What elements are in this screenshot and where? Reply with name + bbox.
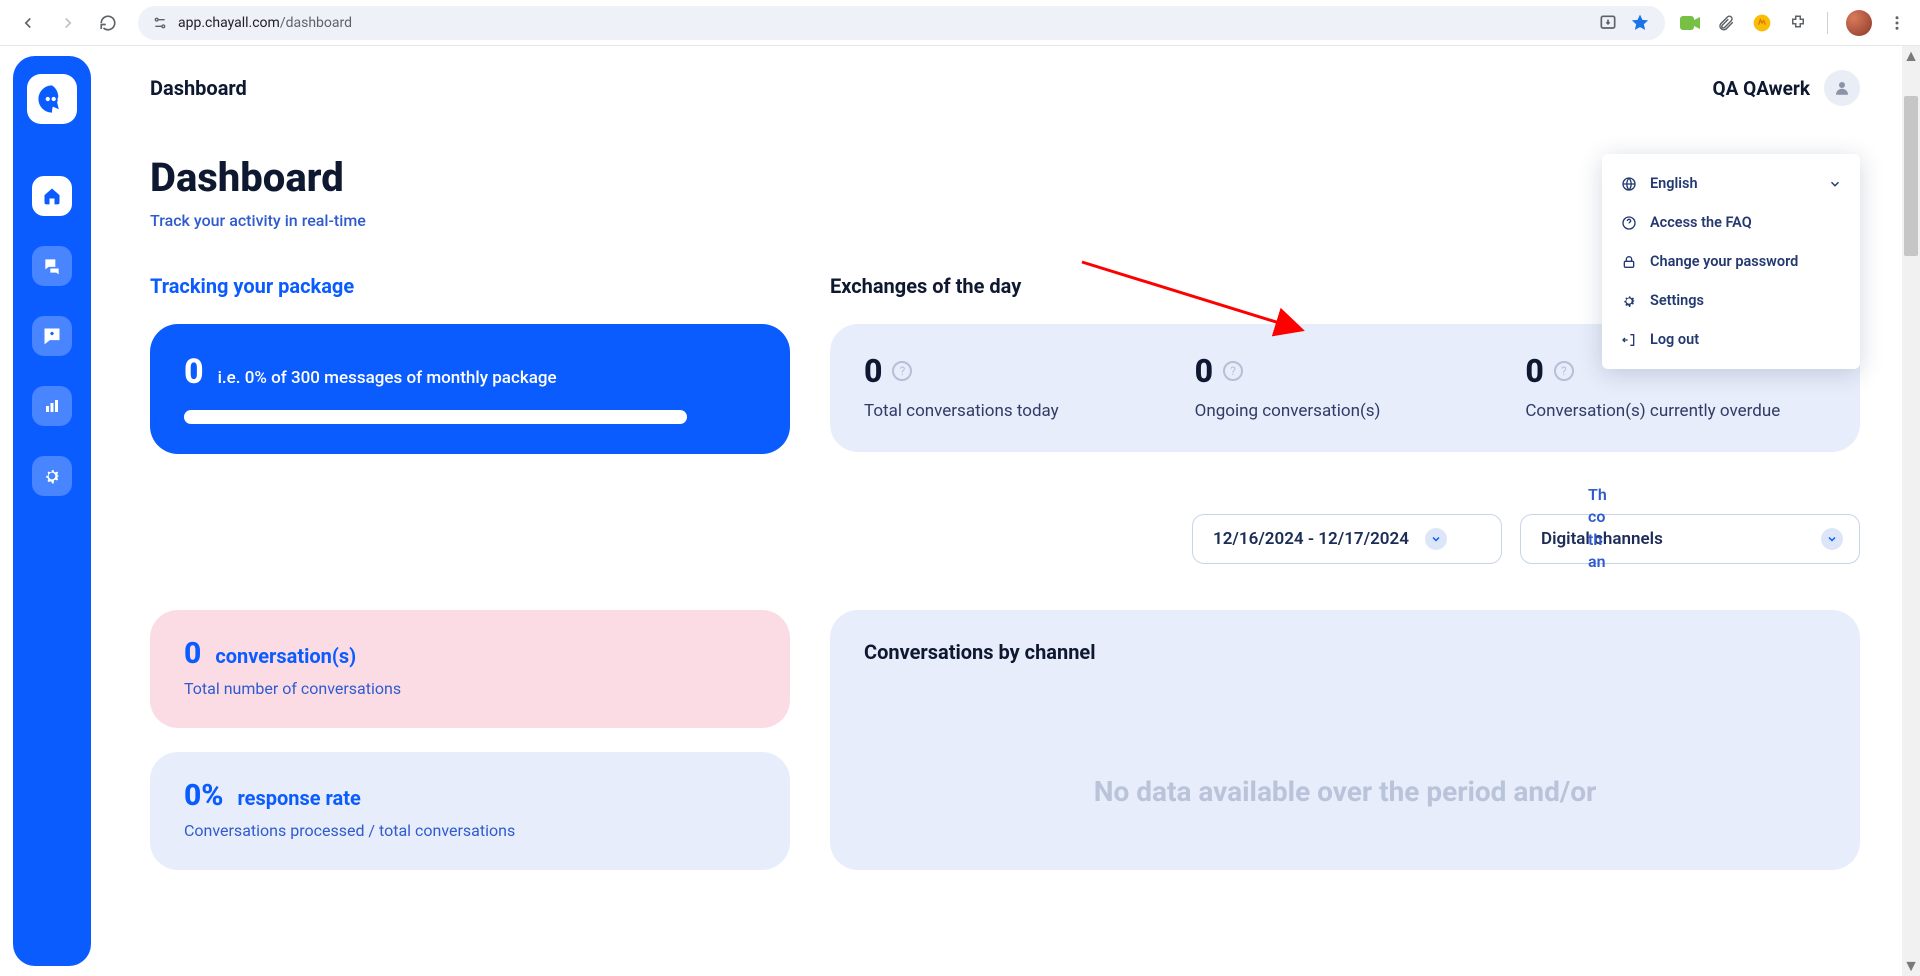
metric-value: 0 <box>864 352 882 390</box>
dd-faq[interactable]: Access the FAQ <box>1602 203 1860 242</box>
lock-icon <box>1620 254 1638 270</box>
dd-language[interactable]: English <box>1602 164 1860 203</box>
globe-icon <box>1620 176 1638 192</box>
stat-value: 0% <box>184 778 224 813</box>
browser-extensions <box>1679 10 1908 36</box>
nav-conversations[interactable] <box>32 246 72 286</box>
ext-clip-icon[interactable] <box>1715 12 1737 34</box>
package-progress-bar <box>184 410 687 424</box>
logout-icon <box>1620 332 1638 348</box>
help-circle-icon <box>1620 215 1638 231</box>
dd-password[interactable]: Change your password <box>1602 242 1860 281</box>
browser-toolbar: app.chayall.com/dashboard <box>0 0 1920 46</box>
package-section-title: Tracking your package <box>150 274 790 298</box>
back-button[interactable] <box>12 7 44 39</box>
package-description: i.e. 0% of 300 messages of monthly packa… <box>218 368 557 388</box>
channels-title: Conversations by channel <box>864 640 1826 664</box>
date-range-select[interactable]: 12/16/2024 - 12/17/2024 <box>1192 514 1502 564</box>
chevron-down-icon <box>1425 528 1447 550</box>
help-icon[interactable]: ? <box>1554 361 1574 381</box>
metric-value: 0 <box>1195 352 1213 390</box>
chevron-down-icon <box>1828 177 1842 191</box>
kebab-menu-icon[interactable] <box>1886 12 1908 34</box>
dd-label: Access the FAQ <box>1650 214 1752 231</box>
username-label: QA QAwerk <box>1713 77 1810 100</box>
nav-analytics[interactable] <box>32 386 72 426</box>
metric-total-today: 0 ? Total conversations today <box>864 352 1165 422</box>
channels-card: Conversations by channel No data availab… <box>830 610 1860 870</box>
metric-value: 0 <box>1525 352 1543 390</box>
nav-settings[interactable] <box>32 456 72 496</box>
forward-button[interactable] <box>52 7 84 39</box>
dd-label: English <box>1650 175 1698 192</box>
dd-label: Log out <box>1650 331 1699 348</box>
conversations-stat-card: 0 conversation(s) Total number of conver… <box>150 610 790 728</box>
nav-new-message[interactable] <box>32 316 72 356</box>
response-rate-stat-card: 0% response rate Conversations processed… <box>150 752 790 870</box>
stat-value: 0 <box>184 636 201 671</box>
ext-cam-icon[interactable] <box>1679 12 1701 34</box>
stat-sub: Conversations processed / total conversa… <box>184 821 756 840</box>
extensions-icon[interactable] <box>1787 12 1809 34</box>
chevron-down-icon <box>1821 528 1843 550</box>
metric-ongoing: 0 ? Ongoing conversation(s) <box>1195 352 1496 422</box>
user-avatar-button[interactable] <box>1824 70 1860 106</box>
stat-title: response rate <box>238 786 361 810</box>
sidebar <box>0 46 110 976</box>
package-count: 0 <box>184 352 204 392</box>
help-icon[interactable]: ? <box>892 361 912 381</box>
metric-label: Ongoing conversation(s) <box>1195 400 1496 422</box>
peek-text: Th co th an <box>1588 484 1622 574</box>
metric-label: Conversation(s) currently overdue <box>1525 400 1826 422</box>
url-host: app.chayall.com <box>178 15 280 31</box>
bookmark-star-icon[interactable] <box>1629 12 1651 34</box>
help-icon[interactable]: ? <box>1223 361 1243 381</box>
address-bar[interactable]: app.chayall.com/dashboard <box>138 6 1665 40</box>
dd-label: Change your password <box>1650 253 1798 270</box>
nodata-message: No data available over the period and/or <box>864 774 1826 810</box>
url-path: /dashboard <box>280 15 352 31</box>
gear-icon <box>1620 293 1638 309</box>
dd-logout[interactable]: Log out <box>1602 320 1860 359</box>
metric-label: Total conversations today <box>864 400 1165 422</box>
ext-yellow-icon[interactable] <box>1751 12 1773 34</box>
package-card: 0 i.e. 0% of 300 messages of monthly pac… <box>150 324 790 454</box>
channel-select[interactable]: Digital channels <box>1520 514 1860 564</box>
nav-dashboard[interactable] <box>32 176 72 216</box>
dd-label: Settings <box>1650 292 1704 309</box>
dd-settings[interactable]: Settings <box>1602 281 1860 320</box>
breadcrumb: Dashboard <box>150 76 247 100</box>
date-range-value: 12/16/2024 - 12/17/2024 <box>1213 529 1409 549</box>
stat-sub: Total number of conversations <box>184 679 756 698</box>
install-icon[interactable] <box>1597 12 1619 34</box>
profile-avatar[interactable] <box>1846 10 1872 36</box>
reload-button[interactable] <box>92 7 124 39</box>
stat-title: conversation(s) <box>215 644 356 668</box>
app-logo[interactable] <box>27 74 77 124</box>
user-dropdown: English Access the FAQ Change your passw… <box>1602 154 1860 369</box>
